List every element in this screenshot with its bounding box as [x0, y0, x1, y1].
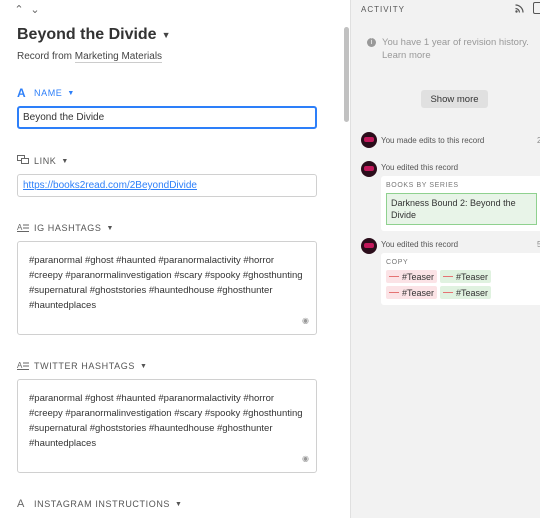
record-title[interactable]: Beyond the Divide ▼: [17, 26, 171, 44]
record-source-link[interactable]: Marketing Materials: [74, 51, 163, 63]
history-more-link[interactable]: more: [409, 50, 431, 61]
chip-added: #Teaser: [440, 286, 492, 299]
long-text-icon: A: [17, 360, 29, 373]
chip-removed: #Teaser: [386, 270, 438, 283]
expand-icon[interactable]: ◉: [302, 313, 309, 328]
activity-panel: ACTIVITY i You have 1 year of revision h…: [350, 0, 540, 518]
ig-hashtags-text: #paranormal #ghost #haunted #paranormala…: [29, 255, 303, 311]
activity-change-card: COPY #Teaser #Teaser #Teaser #Teaser: [381, 253, 540, 305]
removed-mark-icon: [389, 276, 399, 277]
history-note: i You have 1 year of revision history. L…: [367, 36, 540, 62]
removed-mark-icon: [389, 292, 399, 293]
name-input[interactable]: Beyond the Divide: [17, 106, 317, 129]
field-link-label[interactable]: LINK ▼: [17, 155, 317, 167]
expand-icon[interactable]: ◉: [302, 451, 309, 466]
caret-down-icon[interactable]: ▼: [61, 158, 69, 165]
history-note-text: You have 1 year of revision history.: [382, 37, 529, 48]
caret-down-icon[interactable]: ▼: [140, 363, 148, 370]
field-link: LINK ▼ https://books2read.com/2BeyondDiv…: [17, 155, 317, 197]
field-instagram-instructions-label-text: INSTAGRAM INSTRUCTIONS: [34, 499, 171, 509]
change-field-label: BOOKS BY SERIES: [386, 182, 459, 189]
svg-text:A: A: [17, 361, 23, 370]
caret-down-icon[interactable]: ▼: [67, 90, 75, 97]
field-instagram-instructions: A INSTAGRAM INSTRUCTIONS ▼: [17, 498, 317, 510]
field-ig-hashtags-label[interactable]: A IG HASHTAGS ▼: [17, 222, 317, 234]
long-text-icon: A: [17, 222, 29, 235]
record-source: Record from Marketing Materials: [17, 51, 163, 63]
avatar: [361, 132, 377, 148]
activity-entry-text: You edited this record: [381, 240, 459, 249]
record-panel: ⌃ ⌄ Beyond the Divide ▼ Record from Mark…: [0, 0, 350, 518]
ig-hashtags-textarea[interactable]: #paranormal #ghost #haunted #paranormala…: [17, 241, 317, 335]
added-value: Darkness Bound 2: Beyond the Divide: [386, 193, 537, 225]
field-name-label[interactable]: A NAME ▼: [17, 86, 317, 100]
field-ig-hashtags-label-text: IG HASHTAGS: [34, 223, 102, 233]
chip-removed: #Teaser: [386, 286, 438, 299]
activity-entry-text: You edited this record: [381, 163, 459, 172]
field-instagram-instructions-label[interactable]: A INSTAGRAM INSTRUCTIONS ▼: [17, 498, 317, 510]
removed-mark-icon: [443, 292, 454, 293]
field-twitter-hashtags-label[interactable]: A TWITTER HASHTAGS ▼: [17, 360, 317, 372]
field-twitter-hashtags-label-text: TWITTER HASHTAGS: [34, 361, 135, 371]
link-url[interactable]: https://books2read.com/2BeyondDivide: [23, 180, 197, 191]
chevron-down-icon[interactable]: ⌄: [30, 3, 40, 16]
activity-entry-text: You made edits to this record: [381, 136, 485, 145]
removed-mark-icon: [443, 276, 454, 277]
panel-toggle-icon[interactable]: [533, 2, 540, 14]
twitter-hashtags-text: #paranormal #ghost #haunted #paranormala…: [29, 393, 303, 449]
chip-text: #Teaser: [402, 271, 435, 282]
field-name-label-text: NAME: [34, 88, 63, 98]
chevron-up-icon[interactable]: ⌃: [14, 3, 24, 16]
record-scrollbar-thumb[interactable]: [344, 27, 349, 122]
field-twitter-hashtags: A TWITTER HASHTAGS ▼ #paranormal #ghost …: [17, 360, 317, 473]
link-input[interactable]: https://books2read.com/2BeyondDivide: [17, 174, 317, 197]
rss-icon[interactable]: [515, 4, 524, 15]
avatar: [361, 238, 377, 254]
history-note-text-wrap: You have 1 year of revision history. Lea…: [382, 36, 540, 62]
avatar: [361, 161, 377, 177]
field-link-label-text: LINK: [34, 156, 57, 166]
field-name: A NAME ▼ Beyond the Divide: [17, 86, 317, 129]
caret-down-icon[interactable]: ▼: [175, 501, 183, 508]
field-ig-hashtags: A IG HASHTAGS ▼ #paranormal #ghost #haun…: [17, 222, 317, 335]
record-navigation: ⌃ ⌄: [14, 3, 40, 16]
chip-text: #Teaser: [402, 287, 435, 298]
svg-text:A: A: [17, 223, 23, 232]
twitter-hashtags-textarea[interactable]: #paranormal #ghost #haunted #paranormala…: [17, 379, 317, 473]
link-icon: [17, 155, 29, 167]
caret-down-icon[interactable]: ▼: [106, 225, 114, 232]
history-learn-link[interactable]: Learn: [382, 50, 406, 61]
change-field-label: COPY: [386, 259, 409, 266]
chip-text: #Teaser: [456, 287, 489, 298]
chip-text: #Teaser: [456, 271, 489, 282]
chip-added: #Teaser: [440, 270, 492, 283]
change-chips: #Teaser #Teaser #Teaser #Teaser: [386, 270, 540, 299]
record-source-prefix: Record from: [17, 51, 73, 62]
activity-change-card: BOOKS BY SERIES Darkness Bound 2: Beyond…: [381, 176, 540, 231]
info-icon: i: [367, 38, 376, 47]
text-field-icon: A: [17, 498, 25, 510]
activity-header: ACTIVITY: [361, 5, 406, 14]
show-more-button[interactable]: Show more: [421, 90, 488, 108]
record-title-text: Beyond the Divide: [17, 26, 157, 43]
text-field-icon: A: [17, 86, 27, 100]
caret-down-icon[interactable]: ▼: [162, 30, 171, 40]
